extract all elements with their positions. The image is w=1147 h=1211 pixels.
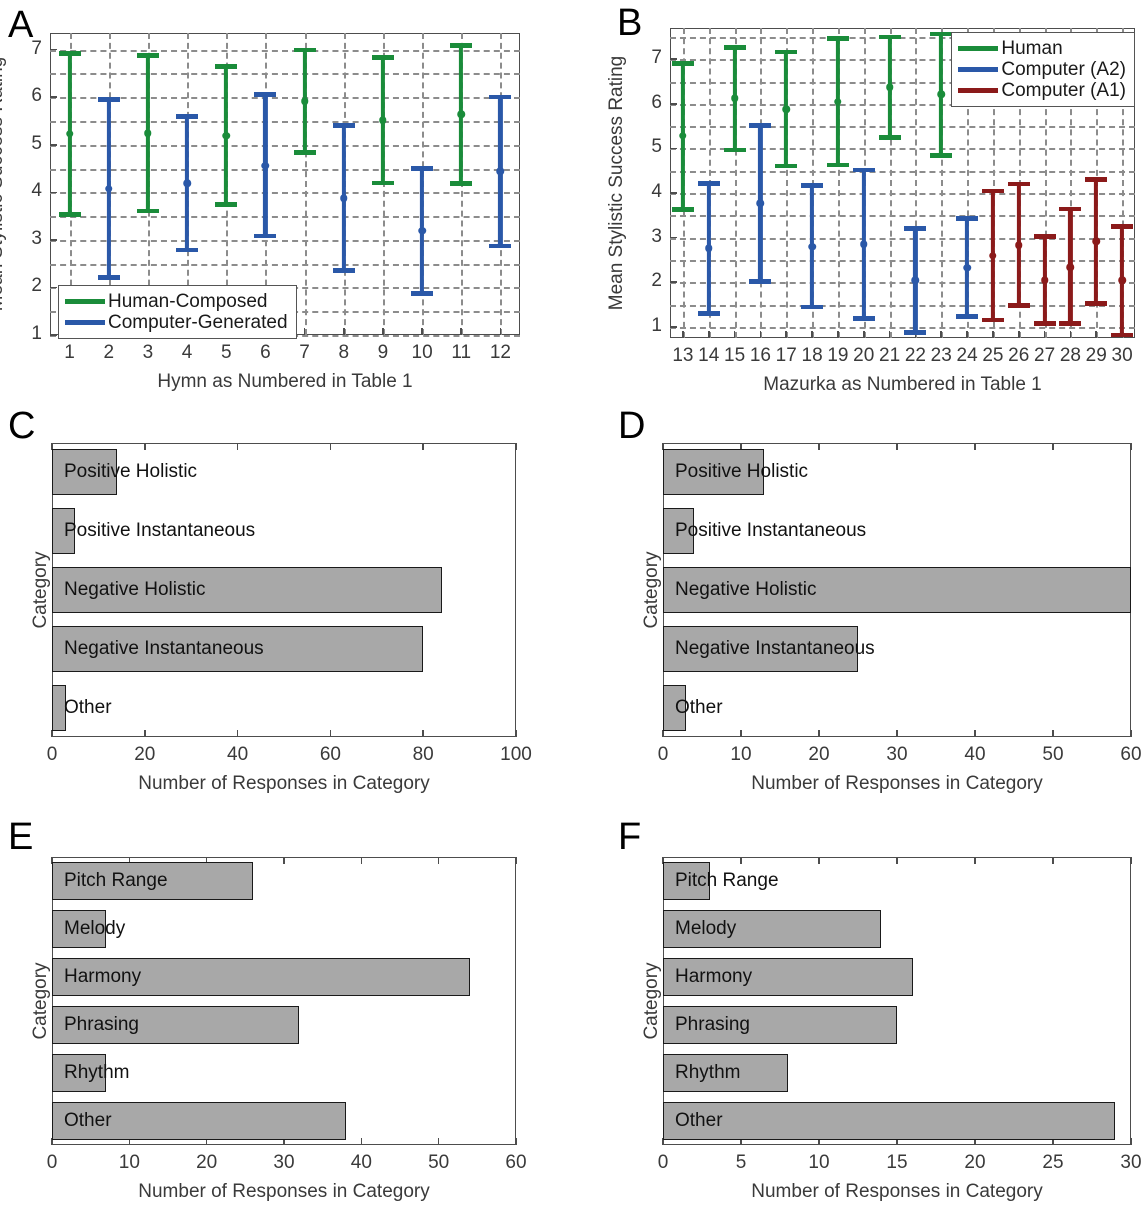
x-axis-title-f: Number of Responses in Category [751, 1181, 1043, 1202]
legend-color-swatch [65, 299, 105, 304]
panel-letter-f: F [618, 816, 642, 858]
legend-color-swatch [958, 88, 999, 93]
x-tick-label: 5 [735, 1152, 747, 1173]
bar-label: Other [675, 696, 723, 718]
bar-label: Negative Instantaneous [675, 637, 875, 659]
x-tick-label: 15 [886, 1152, 908, 1173]
y-axis-title-f: Category [641, 962, 662, 1040]
x-tick-label: 20 [964, 1152, 986, 1173]
x-tick-label: 25 [1042, 1152, 1064, 1173]
bar-label: Positive Holistic [64, 461, 198, 483]
bar-label: Rhythm [64, 1062, 130, 1083]
bar-label: Harmony [675, 966, 753, 987]
bar-label: Other [64, 696, 112, 718]
bar-label: Negative Holistic [675, 579, 817, 600]
bar-label: Negative Holistic [64, 579, 206, 600]
bar-label: Melody [64, 918, 126, 939]
legend-item: Computer (A2) [958, 59, 1126, 80]
legend-label: Computer (A1) [1001, 80, 1126, 101]
legend-a: Human-Composed Computer-Generated [58, 285, 297, 339]
legend-item: Human-Composed [65, 291, 288, 312]
legend-color-swatch [958, 67, 999, 72]
legend-b: Human Computer (A2) Computer (A1) [951, 32, 1135, 107]
legend-item: Computer-Generated [65, 312, 288, 333]
x-tick-mark-top [896, 857, 898, 864]
bar-label: Melody [675, 918, 737, 939]
bar-label: Other [675, 1110, 723, 1131]
legend-item: Computer (A1) [958, 80, 1126, 101]
x-tick-mark-top [818, 857, 820, 864]
x-tick-mark-top [1052, 857, 1054, 864]
legend-color-swatch [65, 320, 105, 325]
legend-color-swatch [958, 46, 999, 51]
bar-label: Phrasing [675, 1014, 750, 1035]
panel-f: F 0 5 10 15 20 25 30 Pitch Range Melody Harmony Phr… [0, 0, 1147, 1211]
x-tick-label: 0 [657, 1152, 669, 1173]
bar-other [663, 1102, 1116, 1140]
bar-label: Positive Instantaneous [675, 520, 867, 542]
legend-label: Human [1001, 38, 1063, 59]
bar-label: Other [64, 1110, 112, 1131]
bar-label: Negative Instantaneous [64, 637, 264, 659]
figure-canvas: A 1 2 3 4 5 6 7 1 2 3 4 5 6 7 8 9 10 11 12 Hymn as Numbered … [0, 0, 1147, 1211]
bar-label: Rhythm [675, 1062, 741, 1083]
x-tick-mark-top [740, 857, 742, 864]
x-tick-mark-top [974, 857, 976, 864]
bar-label: Phrasing [64, 1014, 139, 1035]
x-tick-label: 10 [808, 1152, 830, 1173]
legend-label: Human-Composed [108, 291, 268, 312]
legend-label: Computer-Generated [108, 312, 288, 333]
x-tick-label: 30 [1120, 1152, 1142, 1173]
bar-label: Harmony [64, 966, 142, 987]
bar-label: Pitch Range [64, 870, 168, 891]
bar-label: Positive Holistic [675, 461, 809, 483]
legend-label: Computer (A2) [1001, 59, 1126, 80]
legend-item: Human [958, 38, 1126, 59]
x-tick-mark-top [1130, 857, 1132, 864]
bar-label: Positive Instantaneous [64, 520, 256, 542]
x-tick-mark [1130, 1138, 1132, 1145]
bar-label: Pitch Range [675, 870, 779, 891]
